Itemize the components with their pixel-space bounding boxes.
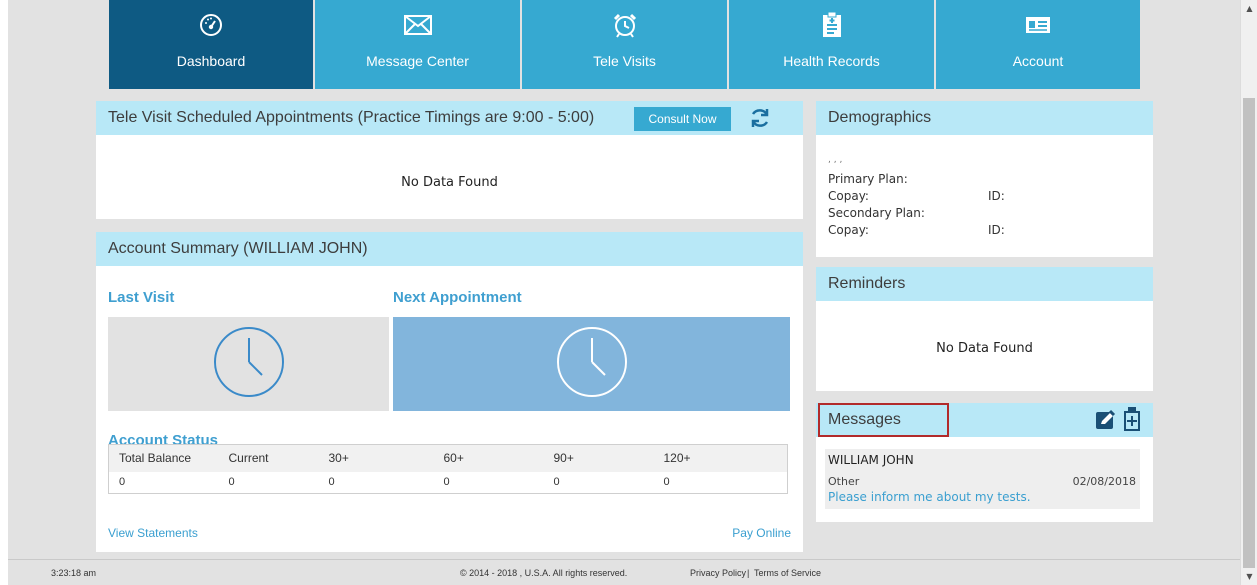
alarm-clock-icon [612, 12, 638, 38]
column-header: 60+ [433, 444, 544, 472]
message-item[interactable]: WILLIAM JOHN Other 02/08/2018 Please inf… [825, 449, 1140, 509]
patient-name: , , , [828, 155, 843, 165]
message-subject-link[interactable]: Please inform me about my tests. [828, 490, 1031, 504]
column-header: 90+ [543, 444, 654, 472]
reminders-title: Reminders [828, 275, 906, 292]
table-cell: 0 [119, 476, 126, 489]
demographics-title: Demographics [828, 109, 932, 126]
add-attachment-icon[interactable] [1123, 406, 1141, 437]
scroll-down-arrow-icon[interactable]: ▼ [1241, 568, 1257, 585]
main-nav: Dashboard Message Center Tele Visits Hea… [109, 0, 1140, 89]
clipboard-icon [822, 12, 842, 38]
nav-health-records-label: Health Records [783, 53, 880, 69]
demographics-panel: Demographics , , , Primary Plan: Copay: … [816, 101, 1153, 257]
scrollbar-thumb[interactable] [1243, 98, 1255, 568]
column-header: Current [218, 444, 319, 472]
account-summary-header: Account Summary (WILLIAM JOHN) [96, 232, 803, 266]
last-visit-card [108, 317, 389, 411]
message-category: Other [828, 475, 860, 488]
clock-icon [212, 325, 286, 403]
tele-visit-empty: No Data Found [401, 175, 498, 190]
reminders-header: Reminders [816, 267, 1153, 301]
tele-visit-title: Tele Visit Scheduled Appointments (Pract… [108, 109, 595, 126]
nav-account[interactable]: Account [936, 0, 1140, 89]
messages-panel: Messages WILLIAM JOHN Other 02/08/2018 P… [816, 403, 1153, 522]
account-status-table: Total Balance Current 30+ 60+ 90+ 120+ 0… [108, 444, 788, 494]
dashboard-gauge-icon [199, 12, 223, 38]
nav-message-center-label: Message Center [366, 53, 469, 69]
nav-message-center[interactable]: Message Center [315, 0, 520, 89]
last-visit-title: Last Visit [108, 289, 175, 306]
copay-label: Copay: [828, 223, 869, 237]
compose-icon[interactable] [1095, 409, 1117, 436]
view-statements-link[interactable]: View Statements [108, 526, 198, 540]
nav-tele-visits[interactable]: Tele Visits [522, 0, 727, 89]
message-sender: WILLIAM JOHN [828, 453, 914, 467]
privacy-policy-link[interactable]: Privacy Policy [690, 568, 746, 578]
footer-copyright: © 2014 - 2018 , U.S.A. All rights reserv… [460, 568, 628, 578]
table-cell: 0 [228, 476, 235, 489]
message-date: 02/08/2018 [1072, 475, 1136, 488]
demographics-header: Demographics [816, 101, 1153, 135]
id-card-icon [1025, 12, 1051, 38]
footer-separator: | [747, 568, 750, 578]
account-summary-title: Account Summary (WILLIAM JOHN) [108, 240, 368, 257]
nav-tele-visits-label: Tele Visits [593, 53, 656, 69]
column-header: 120+ [653, 444, 788, 472]
primary-plan-label: Primary Plan: [828, 172, 908, 186]
column-header: 30+ [318, 444, 434, 472]
id-label: ID: [988, 189, 1005, 203]
reminders-empty: No Data Found [936, 341, 1033, 356]
copay-label: Copay: [828, 189, 869, 203]
consult-now-button[interactable]: Consult Now [634, 107, 731, 131]
table-cell: 0 [553, 476, 560, 489]
next-appointment-title: Next Appointment [393, 289, 522, 306]
messages-header: Messages [816, 403, 1153, 437]
reminders-panel: Reminders No Data Found [816, 267, 1153, 391]
table-cell: 0 [663, 476, 670, 489]
next-appointment-card [393, 317, 790, 411]
secondary-plan-label: Secondary Plan: [828, 206, 925, 220]
id-label: ID: [988, 223, 1005, 237]
clock-icon [555, 325, 629, 403]
footer: 3:23:18 am © 2014 - 2018 , U.S.A. All ri… [8, 559, 1240, 585]
tele-visit-header: Tele Visit Scheduled Appointments (Pract… [96, 101, 803, 135]
nav-account-label: Account [1012, 53, 1064, 69]
tele-visit-panel: Tele Visit Scheduled Appointments (Pract… [96, 101, 803, 219]
table-cell: 0 [328, 476, 335, 489]
column-header: Total Balance [108, 444, 219, 472]
table-row: 0 0 0 0 0 0 [109, 472, 788, 494]
messages-title: Messages [818, 403, 949, 437]
refresh-icon[interactable] [748, 106, 774, 130]
nav-health-records[interactable]: Health Records [729, 0, 934, 89]
table-cell: 0 [443, 476, 450, 489]
nav-dashboard-label: Dashboard [176, 53, 246, 69]
account-summary-panel: Account Summary (WILLIAM JOHN) Last Visi… [96, 232, 803, 552]
scroll-up-arrow-icon[interactable]: ▲ [1241, 0, 1257, 17]
terms-of-service-link[interactable]: Terms of Service [754, 568, 821, 578]
table-header-row: Total Balance Current 30+ 60+ 90+ 120+ [108, 444, 788, 472]
footer-time: 3:23:18 am [51, 568, 97, 578]
vertical-scrollbar[interactable]: ▲ ▼ [1240, 0, 1257, 585]
pay-online-link[interactable]: Pay Online [732, 526, 791, 540]
envelope-icon [403, 12, 432, 38]
nav-dashboard[interactable]: Dashboard [109, 0, 313, 89]
